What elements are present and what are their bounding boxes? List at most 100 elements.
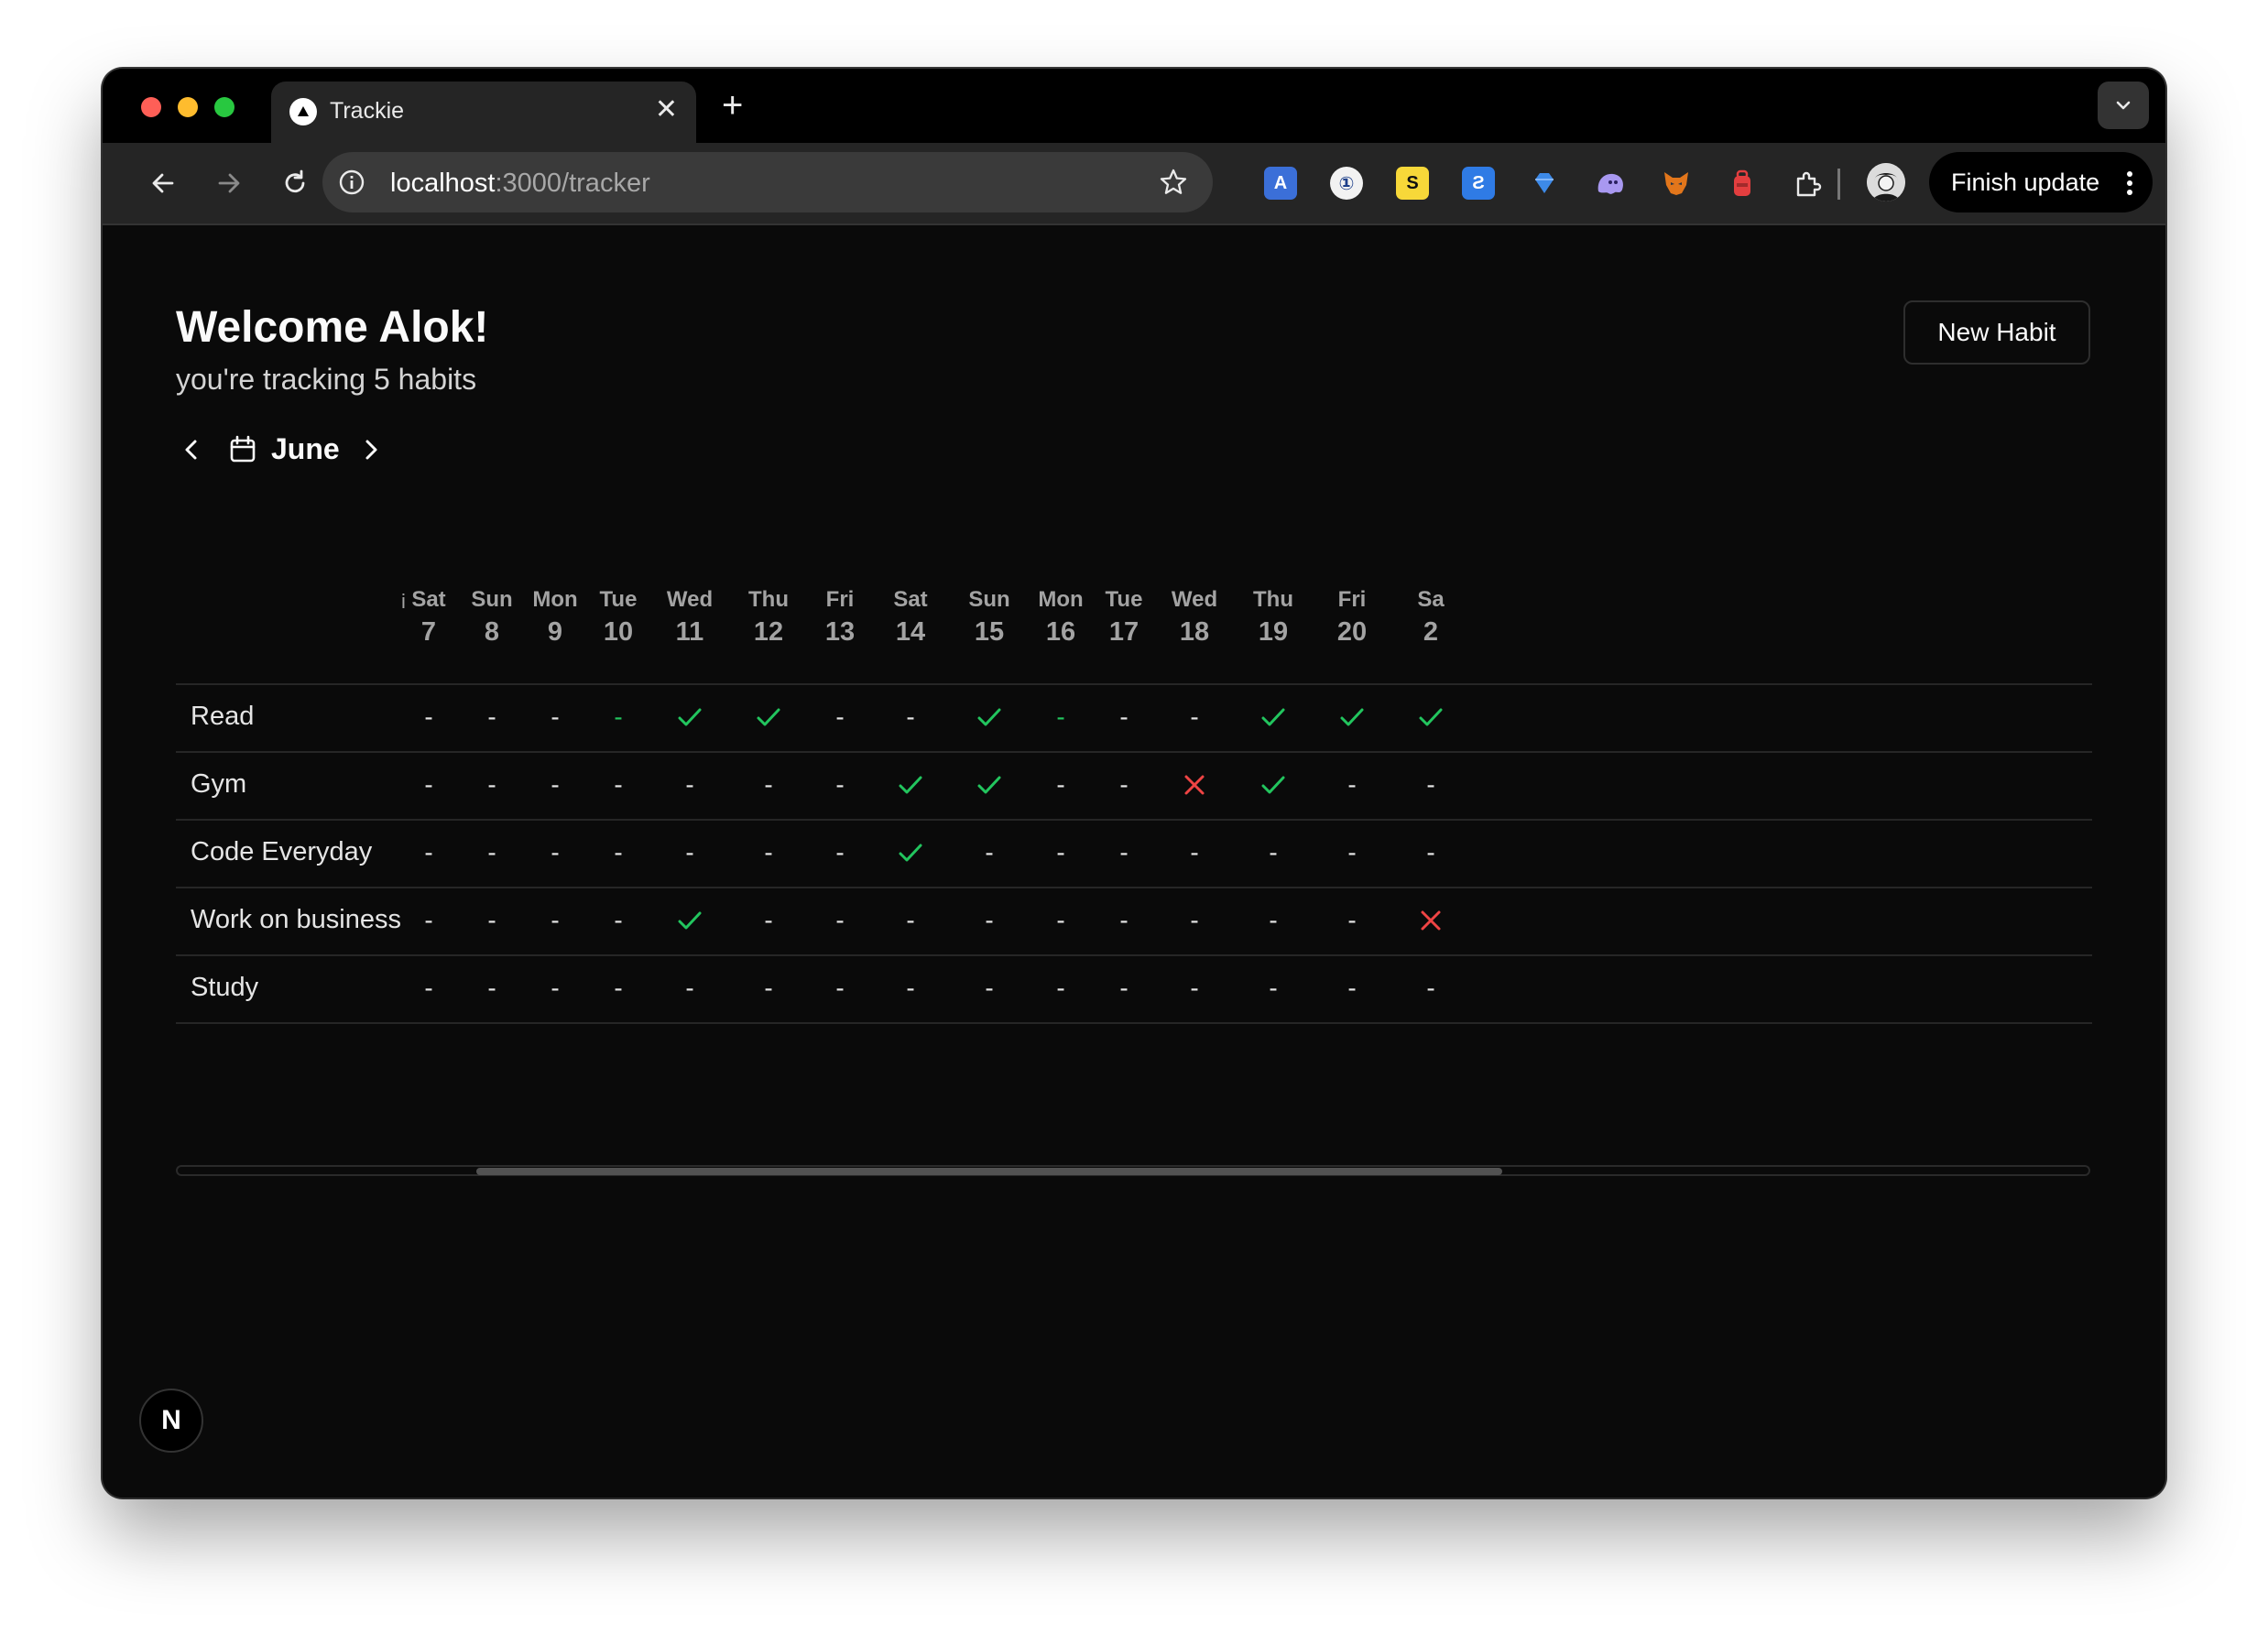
habit-cell[interactable]: - (1096, 683, 1151, 751)
habit-cell[interactable]: - (1033, 683, 1088, 751)
habit-cell[interactable]: - (1096, 954, 1151, 1022)
habit-cell[interactable]: - (883, 887, 938, 954)
scrollbar-thumb[interactable] (476, 1168, 1502, 1175)
habit-cell[interactable]: - (401, 887, 456, 954)
habit-cell[interactable]: - (1246, 819, 1301, 887)
habit-cell[interactable]: - (528, 683, 583, 751)
close-window-button[interactable] (141, 97, 161, 117)
habit-cell[interactable] (962, 751, 1017, 819)
habit-cell[interactable]: - (662, 819, 717, 887)
habit-cell[interactable]: - (1033, 887, 1088, 954)
habit-cell[interactable]: - (962, 887, 1017, 954)
habit-cell[interactable] (962, 683, 1017, 751)
habit-cell[interactable]: - (741, 887, 796, 954)
habit-cell[interactable] (1403, 887, 1458, 954)
habit-name[interactable]: Code Everyday (191, 837, 372, 867)
habit-cell[interactable]: - (401, 751, 456, 819)
habit-cell[interactable] (662, 887, 717, 954)
habit-cell[interactable]: - (662, 954, 717, 1022)
habit-cell[interactable]: - (883, 683, 938, 751)
url-text[interactable]: localhost:3000/tracker (390, 169, 650, 199)
habit-cell[interactable] (741, 683, 796, 751)
habit-cell[interactable]: - (464, 751, 519, 819)
habit-cell[interactable]: - (1325, 819, 1379, 887)
habit-cell[interactable]: - (883, 954, 938, 1022)
habit-cell[interactable] (883, 751, 938, 819)
habit-cell[interactable]: - (812, 751, 867, 819)
habit-cell[interactable]: - (1167, 954, 1222, 1022)
habit-cell[interactable] (1325, 683, 1379, 751)
diamond-extension-icon[interactable] (1528, 167, 1561, 200)
browser-tab-active[interactable]: Trackie ✕ (271, 82, 696, 143)
habit-cell[interactable]: - (812, 887, 867, 954)
habit-cell[interactable]: - (812, 683, 867, 751)
habit-cell[interactable]: - (464, 887, 519, 954)
habit-cell[interactable]: - (1325, 887, 1379, 954)
chevron-left-icon[interactable] (176, 434, 207, 465)
extensions-puzzle-icon[interactable] (1792, 167, 1825, 200)
habit-cell[interactable]: - (1167, 887, 1222, 954)
backpack-extension-icon[interactable] (1726, 167, 1759, 200)
new-tab-button[interactable]: + (722, 87, 743, 124)
habit-cell[interactable]: - (1325, 954, 1379, 1022)
habit-cell[interactable]: - (1403, 751, 1458, 819)
address-bar[interactable]: localhost:3000/tracker (322, 152, 1213, 212)
habit-cell[interactable]: - (1167, 683, 1222, 751)
habit-name[interactable]: Study (191, 973, 258, 1003)
nextjs-dev-badge[interactable]: N (139, 1389, 203, 1453)
habit-cell[interactable]: - (1033, 954, 1088, 1022)
habit-cell[interactable] (883, 819, 938, 887)
tab-close-icon[interactable]: ✕ (655, 96, 678, 124)
habit-cell[interactable]: - (464, 683, 519, 751)
tab-search-button[interactable] (2098, 82, 2149, 129)
habit-cell[interactable]: - (1403, 954, 1458, 1022)
habit-cell[interactable]: - (464, 954, 519, 1022)
habit-cell[interactable]: - (1096, 887, 1151, 954)
habit-cell[interactable]: - (812, 819, 867, 887)
habit-cell[interactable]: - (1096, 819, 1151, 887)
habit-cell[interactable]: - (1403, 819, 1458, 887)
habit-cell[interactable]: - (591, 887, 646, 954)
bolt-extension-icon[interactable]: Ƨ (1462, 167, 1495, 200)
habit-cell[interactable]: - (401, 819, 456, 887)
habit-cell[interactable] (1246, 683, 1301, 751)
habit-cell[interactable]: - (528, 819, 583, 887)
habit-cell[interactable]: - (528, 751, 583, 819)
bookmark-star-icon[interactable] (1158, 167, 1189, 198)
habit-cell[interactable]: - (1246, 887, 1301, 954)
password-extension-icon[interactable]: ① (1330, 167, 1363, 200)
habit-cell[interactable]: - (812, 954, 867, 1022)
habit-cell[interactable]: - (591, 683, 646, 751)
habit-cell[interactable]: - (1325, 751, 1379, 819)
horizontal-scrollbar[interactable] (176, 1165, 2090, 1176)
new-habit-button[interactable]: New Habit (1903, 300, 2090, 365)
habit-name[interactable]: Work on business (191, 905, 401, 935)
habit-cell[interactable] (1403, 683, 1458, 751)
habit-cell[interactable]: - (962, 954, 1017, 1022)
translate-extension-icon[interactable]: A (1264, 167, 1297, 200)
habit-cell[interactable]: - (741, 751, 796, 819)
habit-cell[interactable]: - (1033, 819, 1088, 887)
chevron-right-icon[interactable] (355, 434, 387, 465)
s-extension-icon[interactable]: S (1396, 167, 1429, 200)
reload-button[interactable] (275, 163, 315, 203)
finish-update-button[interactable]: Finish update (1929, 152, 2153, 212)
habit-name[interactable]: Gym (191, 769, 246, 800)
habit-cell[interactable]: - (1096, 751, 1151, 819)
habit-cell[interactable]: - (741, 954, 796, 1022)
habit-cell[interactable]: - (591, 954, 646, 1022)
site-info-icon[interactable] (337, 168, 366, 197)
habit-cell[interactable]: - (401, 683, 456, 751)
profile-avatar[interactable] (1867, 163, 1905, 202)
minimize-window-button[interactable] (178, 97, 198, 117)
habit-cell[interactable] (1167, 751, 1222, 819)
habit-name[interactable]: Read (191, 702, 254, 732)
habit-cell[interactable]: - (464, 819, 519, 887)
habit-cell[interactable]: - (528, 954, 583, 1022)
habit-cell[interactable]: - (741, 819, 796, 887)
forward-button[interactable] (209, 163, 249, 203)
habit-cell[interactable]: - (591, 819, 646, 887)
maximize-window-button[interactable] (214, 97, 234, 117)
habit-cell[interactable]: - (662, 751, 717, 819)
habit-cell[interactable]: - (1246, 954, 1301, 1022)
